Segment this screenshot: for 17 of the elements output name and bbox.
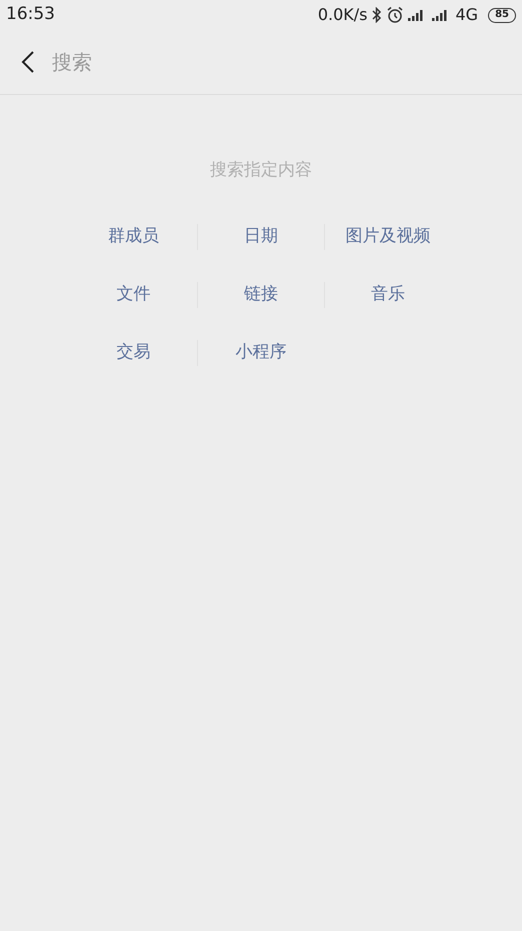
back-icon [21,50,35,74]
category-link[interactable]: 文件 [116,282,150,308]
search-field[interactable]: 搜索 [52,47,506,77]
category-link[interactable]: 日期 [244,224,278,250]
section-title: 搜索指定内容 [210,159,312,182]
bluetooth-icon [372,7,382,23]
status-time: 16:53 [6,3,55,26]
category-link[interactable]: 音乐 [371,282,405,308]
category-link[interactable]: 交易 [116,340,150,366]
network-speed: 0.0K/s [318,4,368,26]
category-link[interactable]: 小程序 [236,340,286,366]
category-link[interactable]: 图片及视频 [346,224,430,250]
alarm-icon [386,6,404,24]
category-link[interactable]: 群成员 [108,224,159,250]
battery-indicator: 85 [488,8,516,22]
network-type: 4G [456,4,478,26]
category-link[interactable]: 链接 [244,282,278,308]
